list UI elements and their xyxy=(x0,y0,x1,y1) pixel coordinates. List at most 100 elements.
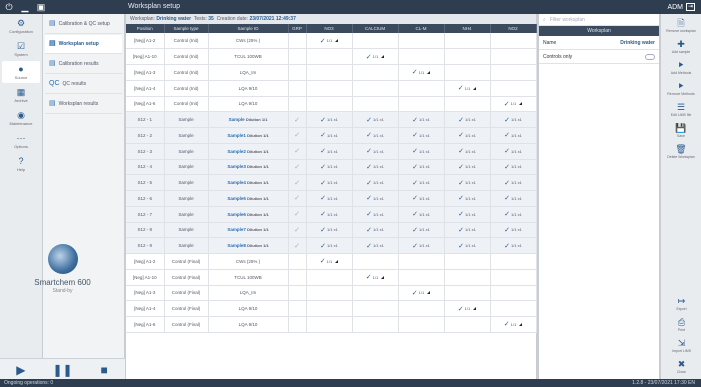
method-cell[interactable]: ✓ 1/1 x1 xyxy=(306,222,353,239)
method-cell[interactable] xyxy=(398,48,445,65)
method-cell[interactable] xyxy=(444,33,491,50)
tool-import-button[interactable]: ⇲ Import LIMS xyxy=(663,335,700,355)
nav-item-maintenance[interactable]: ◉ Maintenance xyxy=(2,107,40,129)
method-cell[interactable]: ✓ 1/1 x1 xyxy=(398,206,445,223)
method-cell[interactable]: ✓ 1/1 x1 xyxy=(490,237,537,254)
method-cell[interactable]: ✓ 1/1 x1 xyxy=(398,237,445,254)
panel-search[interactable]: ⌕ Filter worksplan xyxy=(539,14,659,26)
method-cell[interactable]: ✓ 1/1 xyxy=(490,96,537,113)
method-cell[interactable]: ✓ 1/1 x1 xyxy=(444,206,491,223)
method-cell[interactable] xyxy=(490,80,537,97)
method-cell[interactable]: ✓ 1/1 x1 xyxy=(490,206,537,223)
method-cell[interactable]: ✓ 1/1 x1 xyxy=(306,174,353,191)
table-row[interactable]: [Neg] A1-10 Control (Final) TCUL 100WB ✓ 1/1 xyxy=(126,269,537,286)
method-cell[interactable] xyxy=(306,64,353,81)
tool-close-button[interactable]: ✖ Close xyxy=(663,356,700,376)
method-cell[interactable] xyxy=(444,316,491,333)
table-row[interactable]: S12 - 5 Sample Sample4 Dilution 1/1 ✓ ✓ 1/1 x… xyxy=(126,174,537,191)
power-icon[interactable]: ⏻ xyxy=(4,2,14,12)
grp-cell[interactable] xyxy=(288,285,307,302)
method-cell[interactable]: ✓ 1/1 x1 xyxy=(444,143,491,160)
method-cell[interactable]: ✓ 1/1 x1 xyxy=(444,190,491,207)
method-cell[interactable] xyxy=(398,33,445,50)
table-row[interactable]: [Neg] A1-2 Control (Final) CWs (25% ) ✓ 1/1 xyxy=(126,253,537,270)
column-header[interactable]: Sample type xyxy=(164,24,209,33)
method-cell[interactable]: ✓ 1/1 x1 xyxy=(490,174,537,191)
table-row[interactable]: [Neg] A1-4 Control (Final) LQA 9/10 ✓ 1/1 xyxy=(126,300,537,317)
method-cell[interactable]: ✓ 1/1 x1 xyxy=(352,159,399,176)
grp-cell[interactable] xyxy=(288,48,307,65)
minimize-icon[interactable]: ▁ xyxy=(20,2,30,12)
method-cell[interactable]: ✓ 1/1 x1 xyxy=(490,222,537,239)
tool-add-method-button[interactable]: ⯈ Add Methods xyxy=(663,57,699,77)
grp-cell[interactable] xyxy=(288,269,307,286)
nav-item-configuration[interactable]: ⚙ Configuration xyxy=(2,15,40,37)
method-cell[interactable]: ✓ 1/1 x1 xyxy=(306,206,353,223)
table-row[interactable]: S12 - 1 Sample Sample Dilution 1/1 ✓ ✓ 1/1 x1… xyxy=(126,111,537,128)
method-cell[interactable]: ✓ 1/1 xyxy=(444,300,491,317)
table-row[interactable]: S12 - 4 Sample Sample3 Dilution 1/1 ✓ ✓ 1/1 x… xyxy=(126,159,537,176)
method-cell[interactable] xyxy=(398,316,445,333)
method-cell[interactable]: ✓ 1/1 x1 xyxy=(444,222,491,239)
column-header[interactable]: NO3 xyxy=(306,24,353,33)
method-cell[interactable] xyxy=(398,96,445,113)
pause-icon[interactable]: ❚❚ xyxy=(52,363,72,377)
method-cell[interactable]: ✓ 1/1 xyxy=(306,33,353,50)
column-header[interactable]: Position xyxy=(126,24,165,33)
method-cell[interactable] xyxy=(352,64,399,81)
method-cell[interactable]: ✓ 1/1 x1 xyxy=(444,127,491,144)
method-cell[interactable] xyxy=(352,300,399,317)
grp-cell[interactable]: ✓ xyxy=(288,143,307,160)
controls-only-toggle[interactable] xyxy=(645,54,655,60)
method-cell[interactable]: ✓ 1/1 xyxy=(490,316,537,333)
method-cell[interactable] xyxy=(306,316,353,333)
method-cell[interactable]: ✓ 1/1 x1 xyxy=(398,190,445,207)
method-cell[interactable] xyxy=(306,48,353,65)
method-cell[interactable]: ✓ 1/1 xyxy=(398,285,445,302)
method-cell[interactable]: ✓ 1/1 x1 xyxy=(352,190,399,207)
nav-item-source[interactable]: ● Source xyxy=(2,61,40,83)
tool-plus-button[interactable]: ✚ Add sample xyxy=(663,36,699,56)
method-cell[interactable] xyxy=(352,253,399,270)
grp-cell[interactable] xyxy=(288,300,307,317)
method-cell[interactable] xyxy=(444,64,491,81)
method-cell[interactable] xyxy=(444,48,491,65)
submenu-item-5[interactable]: ▤ Worksplan results xyxy=(45,95,122,114)
method-cell[interactable] xyxy=(490,33,537,50)
method-cell[interactable]: ✓ 1/1 x1 xyxy=(306,127,353,144)
table-row[interactable]: [Neg] A1-3 Control (Final) LQA_Im ✓ 1/1 xyxy=(126,285,537,302)
grp-cell[interactable] xyxy=(288,80,307,97)
column-header[interactable]: GRP xyxy=(288,24,307,33)
grp-cell[interactable]: ✓ xyxy=(288,222,307,239)
method-cell[interactable]: ✓ 1/1 x1 xyxy=(306,237,353,254)
method-cell[interactable] xyxy=(490,285,537,302)
method-cell[interactable] xyxy=(352,80,399,97)
tool-save-button[interactable]: 💾 Save xyxy=(663,120,699,140)
submenu-item-2[interactable]: ▤ Worksplan setup xyxy=(45,35,122,54)
method-cell[interactable] xyxy=(306,80,353,97)
method-cell[interactable] xyxy=(444,269,491,286)
method-cell[interactable]: ✓ 1/1 xyxy=(306,253,353,270)
grp-cell[interactable]: ✓ xyxy=(288,206,307,223)
method-cell[interactable] xyxy=(306,300,353,317)
method-cell[interactable]: ✓ 1/1 x1 xyxy=(398,174,445,191)
method-cell[interactable] xyxy=(398,253,445,270)
grp-cell[interactable] xyxy=(288,253,307,270)
table-row[interactable]: S12 - 3 Sample Sample2 Dilution 1/1 ✓ ✓ 1/1 x… xyxy=(126,143,537,160)
window-icon[interactable]: ▣ xyxy=(36,2,46,12)
method-cell[interactable]: ✓ 1/1 x1 xyxy=(398,222,445,239)
column-header[interactable]: NH4 xyxy=(444,24,491,33)
method-cell[interactable]: ✓ 1/1 x1 xyxy=(444,111,491,128)
stop-icon[interactable]: ■ xyxy=(94,363,114,377)
submenu-item-4[interactable]: QC QC results xyxy=(45,75,122,94)
tool-list-button[interactable]: ☰ Edit LIMS file xyxy=(663,99,699,119)
table-row[interactable]: [Neg] A1-6 Control (Final) LQA 9/10 ✓ 1/1 xyxy=(126,316,537,333)
tool-trash-button[interactable]: 🗑 Delete Worksplan xyxy=(663,141,699,161)
tool-print-button[interactable]: ⎙ Print xyxy=(663,314,700,334)
grp-cell[interactable]: ✓ xyxy=(288,190,307,207)
method-cell[interactable]: ✓ 1/1 x1 xyxy=(352,237,399,254)
grp-cell[interactable] xyxy=(288,316,307,333)
method-cell[interactable] xyxy=(490,269,537,286)
method-cell[interactable]: ✓ 1/1 x1 xyxy=(352,222,399,239)
method-cell[interactable] xyxy=(352,316,399,333)
